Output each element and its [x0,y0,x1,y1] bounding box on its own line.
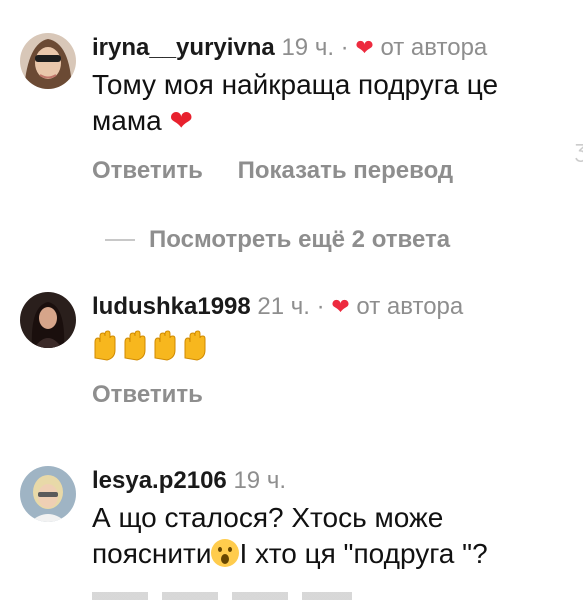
heart-icon: ❤ [331,294,350,319]
comment-text-line1: А що сталося? Хтось може [92,502,444,533]
username[interactable]: iryna__yuryivna [92,34,275,61]
comment-text [92,328,573,371]
comment-body: ludushka1998 21 ч. · ❤ от автора Ответит… [92,292,573,409]
truncated-actions-fragment [92,592,352,600]
view-more-replies-label: Посмотреть ещё 2 ответа [149,226,451,253]
username[interactable]: lesya.p2106 [92,467,227,494]
separator-dot: · [316,293,325,320]
timestamp: 19 ч. [281,34,334,61]
surprised-face-emoji-icon [211,539,240,567]
comment-actions: Ответить Показать перевод [92,157,573,185]
reply-button[interactable]: Ответить [92,157,203,184]
comment-text-line1: Тому моя найкраща подруга це [92,69,499,100]
comment-body: lesya.p2106 19 ч. А що сталося? Хтось мо… [92,466,573,572]
edge-fragment: Ʒ [574,141,583,163]
timestamp: 21 ч. [257,293,310,320]
view-more-replies-button[interactable]: Посмотреть ещё 2 ответа [105,226,450,254]
comment-text-line2-start: пояснити [92,538,212,569]
avatar-image [20,33,76,89]
author-liked-label: от автора [356,293,464,320]
timestamp: 19 ч. [233,467,286,494]
red-heart-emoji-icon: ❤ [169,105,193,136]
comment-meta: ludushka1998 21 ч. · ❤ от автора [92,292,573,322]
comment-meta: lesya.p2106 19 ч. [92,466,573,496]
avatar-image [20,292,76,348]
separator-dot: · [340,34,349,61]
reply-button[interactable]: Ответить [92,381,203,408]
show-translation-button[interactable]: Показать перевод [238,157,454,184]
avatar[interactable] [20,33,76,89]
comment-meta: iryna__yuryivna 19 ч. · ❤ от автора [92,33,573,63]
author-liked-label: от автора [380,34,488,61]
comment-text: Тому моя найкраща подруга це мама ❤ [92,67,573,139]
raising-hands-emoji-icon [94,330,206,361]
comment-text-line2: мама [92,105,162,136]
avatar[interactable] [20,466,76,522]
divider-line [105,239,135,241]
avatar[interactable] [20,292,76,348]
heart-icon: ❤ [355,35,374,60]
comment-body: iryna__yuryivna 19 ч. · ❤ от автора Тому… [92,33,573,185]
username[interactable]: ludushka1998 [92,293,251,320]
comment-text-line2-end: І хто ця "подруга "? [239,538,488,569]
comment-actions: Ответить [92,381,573,409]
comment-text: А що сталося? Хтось може пояснити І хто ц… [92,500,573,572]
avatar-image [20,466,76,522]
